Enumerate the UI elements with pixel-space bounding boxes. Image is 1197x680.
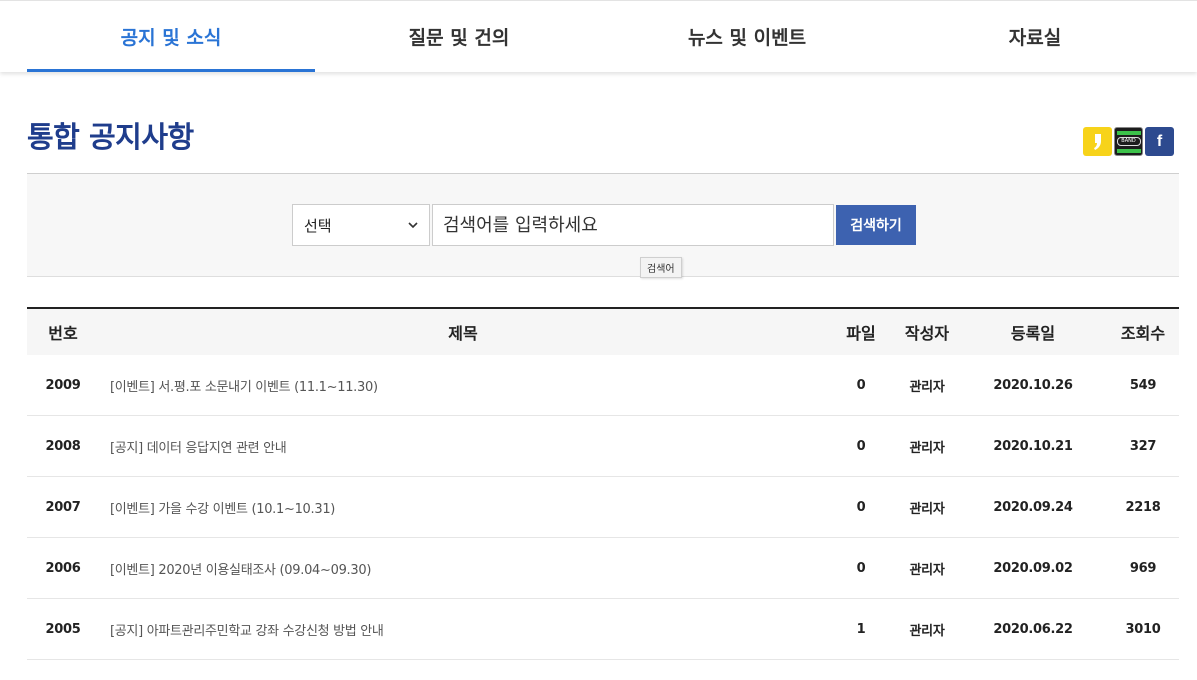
row-num: 2005 bbox=[45, 621, 81, 637]
search-panel: 선택 검색하기 검색어 bbox=[27, 173, 1179, 278]
tab-archive[interactable]: 자료실 bbox=[891, 1, 1179, 72]
row-num: 2006 bbox=[45, 560, 81, 576]
header-title: 제목 bbox=[448, 324, 478, 343]
row-date: 2020.06.22 bbox=[993, 621, 1073, 637]
kakaostory-share-button[interactable] bbox=[1083, 127, 1112, 156]
chevron-down-icon bbox=[408, 222, 418, 229]
row-date: 2020.10.21 bbox=[993, 438, 1073, 454]
row-file-count: 0 bbox=[856, 499, 866, 515]
row-author: 관리자 bbox=[909, 440, 945, 456]
row-title-link[interactable]: [공지] 아파트관리주민학교 강좌 수강신청 방법 안내 bbox=[99, 620, 827, 639]
table-header: 번호 제목 파일 작성자 등록일 조회수 bbox=[27, 309, 1179, 355]
header-num: 번호 bbox=[48, 324, 78, 343]
table-row: 2009 [이벤트] 서.평.포 소문내기 이벤트 (11.1~11.30) 0… bbox=[27, 355, 1179, 416]
row-date: 2020.10.26 bbox=[993, 377, 1073, 393]
row-author: 관리자 bbox=[909, 379, 945, 395]
header-author: 작성자 bbox=[904, 324, 950, 343]
search-category-value: 선택 bbox=[304, 216, 332, 235]
row-author: 관리자 bbox=[909, 501, 945, 517]
band-label: BAND bbox=[1116, 137, 1141, 146]
header-date: 등록일 bbox=[1010, 324, 1056, 343]
row-file-count: 0 bbox=[856, 377, 866, 393]
facebook-icon: f bbox=[1156, 132, 1163, 150]
table-row: 2005 [공지] 아파트관리주민학교 강좌 수강신청 방법 안내 1 관리자 … bbox=[27, 599, 1179, 660]
tab-notices[interactable]: 공지 및 소식 bbox=[27, 1, 315, 72]
row-title-link[interactable]: [이벤트] 서.평.포 소문내기 이벤트 (11.1~11.30) bbox=[99, 376, 827, 395]
row-views: 549 bbox=[1129, 377, 1157, 393]
notice-table: 번호 제목 파일 작성자 등록일 조회수 2009 [이벤트] 서.평.포 소문… bbox=[27, 307, 1179, 660]
header-file: 파일 bbox=[846, 324, 876, 343]
table-row: 2007 [이벤트] 가을 수강 이벤트 (10.1~10.31) 0 관리자 … bbox=[27, 477, 1179, 538]
row-author: 관리자 bbox=[909, 562, 945, 578]
row-num: 2007 bbox=[45, 499, 81, 515]
row-date: 2020.09.02 bbox=[993, 560, 1073, 576]
header-views: 조회수 bbox=[1120, 324, 1166, 343]
row-views: 327 bbox=[1129, 438, 1157, 454]
search-input[interactable] bbox=[432, 204, 834, 246]
page-title: 통합 공지사항 bbox=[27, 120, 194, 154]
kakaostory-icon bbox=[1093, 133, 1101, 150]
row-title-link[interactable]: [이벤트] 가을 수강 이벤트 (10.1~10.31) bbox=[99, 498, 827, 517]
facebook-share-button[interactable]: f bbox=[1145, 127, 1174, 156]
row-file-count: 1 bbox=[856, 621, 866, 637]
row-file-count: 0 bbox=[856, 560, 866, 576]
tab-qna[interactable]: 질문 및 건의 bbox=[315, 1, 603, 72]
search-button[interactable]: 검색하기 bbox=[836, 205, 916, 245]
board-tab-bar: 공지 및 소식 질문 및 건의 뉴스 및 이벤트 자료실 bbox=[0, 0, 1197, 72]
table-row: 2006 [이벤트] 2020년 이용실태조사 (09.04~09.30) 0 … bbox=[27, 538, 1179, 599]
row-date: 2020.09.24 bbox=[993, 499, 1073, 515]
row-views: 2218 bbox=[1125, 499, 1161, 515]
row-num: 2008 bbox=[45, 438, 81, 454]
row-num: 2009 bbox=[45, 377, 81, 393]
row-views: 3010 bbox=[1125, 621, 1161, 637]
band-share-button[interactable]: BAND bbox=[1114, 127, 1143, 156]
row-author: 관리자 bbox=[909, 623, 945, 639]
row-title-link[interactable]: [이벤트] 2020년 이용실태조사 (09.04~09.30) bbox=[99, 559, 827, 578]
search-category-select[interactable]: 선택 bbox=[292, 204, 430, 246]
row-file-count: 0 bbox=[856, 438, 866, 454]
row-title-link[interactable]: [공지] 데이터 응답지연 관련 안내 bbox=[99, 437, 827, 456]
tab-news-events[interactable]: 뉴스 및 이벤트 bbox=[603, 1, 891, 72]
table-row: 2008 [공지] 데이터 응답지연 관련 안내 0 관리자 2020.10.2… bbox=[27, 416, 1179, 477]
row-views: 969 bbox=[1129, 560, 1157, 576]
band-icon: BAND bbox=[1116, 130, 1141, 153]
search-tooltip: 검색어 bbox=[640, 257, 682, 278]
